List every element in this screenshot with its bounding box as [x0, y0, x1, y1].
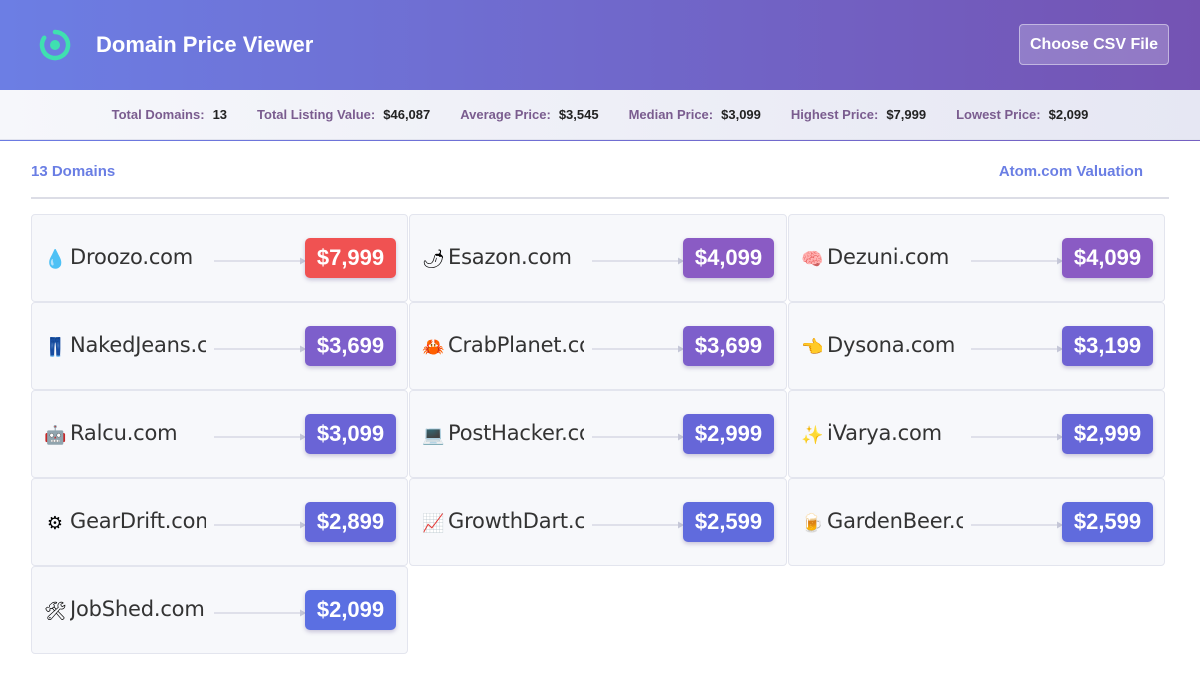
price-badge: $3,699 [683, 326, 774, 366]
arrow-right-icon [214, 257, 306, 265]
arrow-right-icon [214, 609, 306, 617]
domain-name: iVarya.com [827, 421, 942, 445]
arrow-right-icon [971, 521, 1063, 529]
price-badge: $2,099 [305, 590, 396, 630]
droplet-icon: 💧 [44, 249, 67, 269]
ring-logo-icon [39, 29, 71, 61]
price-badge: $4,099 [1062, 238, 1153, 278]
hammer-wrench-icon: 🛠 [44, 601, 67, 621]
arrow-right-icon [214, 345, 306, 353]
price-badge: $2,599 [1062, 502, 1153, 542]
arrow-right-icon [971, 433, 1063, 441]
domain-card[interactable]: 🦀CrabPlanet.com $3,699 [409, 302, 787, 390]
domain-name: Dysona.com [827, 333, 956, 357]
domain-name: Droozo.com [70, 245, 194, 269]
price-badge: $2,599 [683, 502, 774, 542]
stat-item: Lowest Price: $2,099 [956, 107, 1088, 122]
chili-pepper-icon: 🌶 [422, 249, 445, 269]
domain-card[interactable]: 🤖 Ralcu.com $3,099 [31, 390, 408, 478]
stat-item: Total Listing Value: $46,087 [257, 107, 430, 122]
stat-value: $3,545 [558, 107, 599, 122]
domain-name: GardenBeer.com [827, 509, 963, 533]
stats-bar: Total Domains: 13 Total Listing Value: $46,… [0, 90, 1200, 140]
arrow-right-icon [592, 345, 684, 353]
pointing-hand-icon: 👈 [801, 337, 824, 357]
arrow-right-icon [592, 257, 684, 265]
brain-icon: 🧠 [801, 249, 824, 269]
stat-label: Total Listing Value: [257, 107, 376, 122]
robot-face-icon: 🤖 [44, 425, 67, 445]
domain-card[interactable]: 💧 Droozo.com $7,999 [31, 214, 408, 302]
domain-card[interactable]: 🧠 Dezuni.com $4,099 [788, 214, 1165, 302]
arrow-right-icon [592, 521, 684, 529]
arrow-right-icon [214, 521, 306, 529]
stat-label: Total Domains: [111, 107, 205, 122]
price-badge: $2,999 [1062, 414, 1153, 454]
price-badge: $3,099 [305, 414, 396, 454]
domain-name: Esazon.com [448, 245, 572, 269]
domain-name: GearDrift.com [70, 509, 206, 533]
chart-up-icon: 📈 [422, 513, 445, 533]
price-badge: $4,099 [683, 238, 774, 278]
arrow-right-icon [214, 433, 306, 441]
beer-mug-icon: 🍺 [801, 513, 824, 533]
domain-card[interactable]: 💻PostHacker.com $2,999 [409, 390, 787, 478]
stat-label: Median Price: [628, 107, 714, 122]
stat-value: $46,087 [383, 107, 431, 122]
domain-card[interactable]: 🌶 Esazon.com $4,099 [409, 214, 787, 302]
domain-card[interactable]: ⚙ GearDrift.com $2,899 [31, 478, 408, 566]
domain-card[interactable]: 👈 Dysona.com $3,199 [788, 302, 1165, 390]
crab-icon: 🦀 [422, 337, 445, 357]
domain-card[interactable]: 🛠 JobShed.com $2,099 [31, 566, 408, 654]
stat-item: Average Price: $3,545 [460, 107, 598, 122]
domain-name: NakedJeans.com [70, 333, 206, 357]
domain-card[interactable]: 📈GrowthDart.com $2,599 [409, 478, 787, 566]
arrow-right-icon [971, 257, 1063, 265]
stat-label: Highest Price: [790, 107, 879, 122]
domain-list-panel: 13 Domains Atom.com Valuation 💧 Droozo.co… [0, 141, 1200, 674]
domain-name: Ralcu.com [70, 421, 178, 445]
stat-value: $2,099 [1048, 107, 1089, 122]
stat-label: Average Price: [460, 107, 551, 122]
stat-item: Total Domains: 13 [112, 107, 227, 122]
price-badge: $3,199 [1062, 326, 1153, 366]
valuation-column-label: Atom.com Valuation [998, 163, 1143, 180]
jeans-icon: 👖 [44, 337, 67, 357]
app-header: Domain Price Viewer Choose CSV File [0, 0, 1200, 90]
price-badge: $2,999 [683, 414, 774, 454]
stat-value: $7,999 [886, 107, 927, 122]
stat-value: 13 [212, 107, 228, 122]
price-badge: $3,699 [305, 326, 396, 366]
stat-label: Lowest Price: [956, 107, 1041, 122]
domain-name: GrowthDart.com [448, 509, 584, 533]
app-title: Domain Price Viewer [96, 32, 314, 57]
domain-card[interactable]: 👖NakedJeans.com $3,699 [31, 302, 408, 390]
stat-item: Median Price: $3,099 [629, 107, 761, 122]
domain-grid: 💧 Droozo.com $7,999 🌶 Esazon.com $4,099 🧠 Dezun… [31, 214, 1165, 654]
stat-value: $3,099 [721, 107, 761, 122]
domain-name: CrabPlanet.com [448, 333, 584, 357]
gear-icon: ⚙ [46, 513, 64, 533]
sparkles-icon: ✨ [801, 425, 824, 445]
list-header: 13 Domains Atom.com Valuation [31, 141, 1169, 199]
domain-name: PostHacker.com [448, 421, 584, 445]
laptop-icon: 💻 [422, 425, 445, 445]
domain-card[interactable]: 🍺GardenBeer.com $2,599 [788, 478, 1165, 566]
arrow-right-icon [971, 345, 1063, 353]
choose-csv-file-button[interactable]: Choose CSV File [1019, 24, 1169, 65]
domain-name: Dezuni.com [827, 245, 950, 269]
domain-count-label: 13 Domains [31, 163, 116, 180]
stat-item: Highest Price: $7,999 [791, 107, 926, 122]
domain-name: JobShed.com [70, 597, 205, 621]
domain-card[interactable]: ✨ iVarya.com $2,999 [788, 390, 1165, 478]
price-badge: $7,999 [305, 238, 396, 278]
price-badge: $2,899 [305, 502, 396, 542]
arrow-right-icon [592, 433, 684, 441]
